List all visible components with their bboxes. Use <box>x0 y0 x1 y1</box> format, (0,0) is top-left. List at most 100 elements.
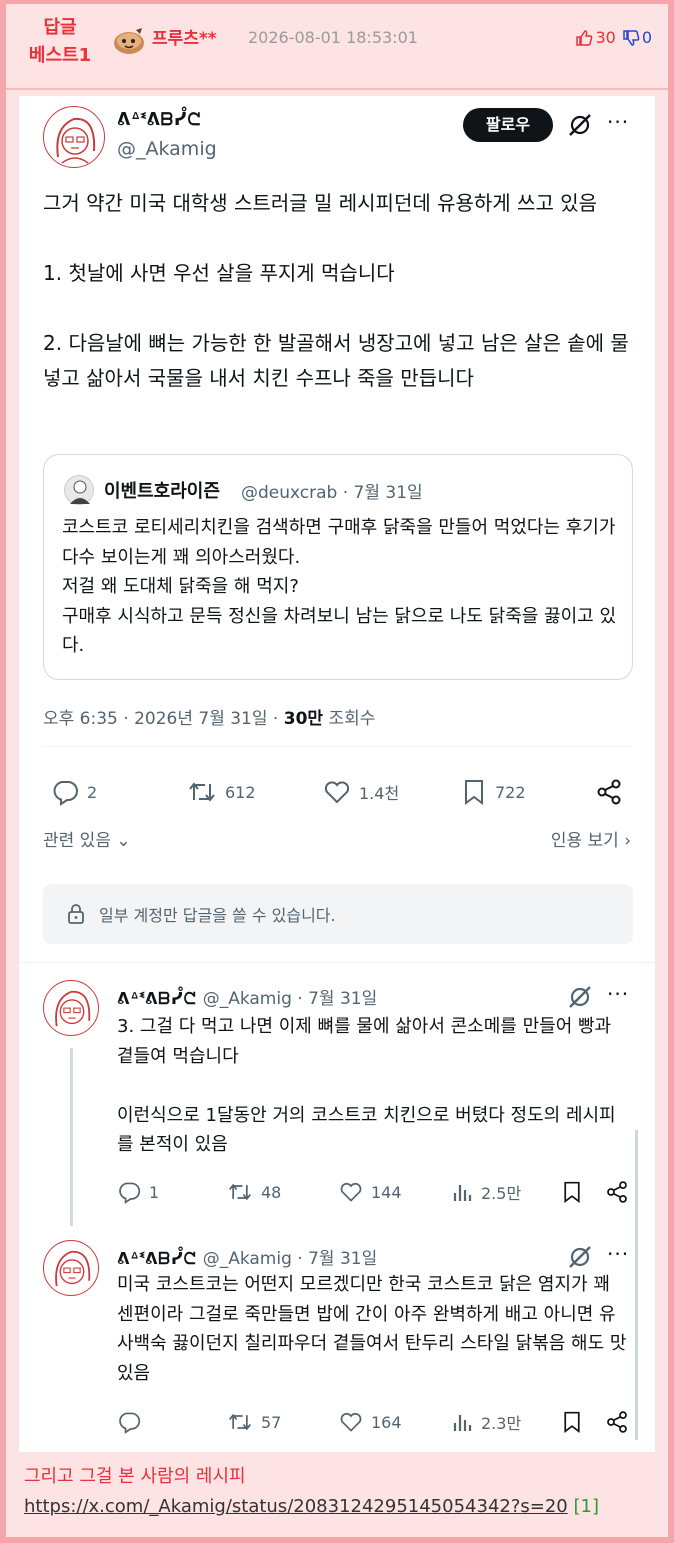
scrollbar[interactable] <box>635 1130 638 1440</box>
lock-icon <box>68 904 84 924</box>
views-chart-icon <box>453 1185 472 1201</box>
reply-button[interactable]: 2 <box>51 778 97 806</box>
like-count: 144 <box>371 1182 402 1202</box>
reply-count: 1 <box>149 1182 160 1202</box>
more-options-icon[interactable]: ··· <box>607 110 629 134</box>
reply-icon <box>53 781 78 806</box>
bookmark-icon <box>564 1181 580 1203</box>
thumbs-up-icon <box>576 29 593 46</box>
views-button[interactable]: 2.3만 <box>451 1410 521 1434</box>
more-options-icon[interactable]: ··· <box>607 1242 629 1266</box>
reply-button[interactable]: 1 <box>117 1180 159 1204</box>
bookmark-count: 722 <box>495 782 526 802</box>
retweet-icon <box>189 782 215 802</box>
tweet-display-name[interactable]: ᕕᐞᓫᕕᗷᓮᘧ <box>117 110 201 130</box>
reply-restriction-notice: 일부 계정만 답글을 쓸 수 있습니다. <box>43 884 633 944</box>
bookmark-icon <box>465 780 483 805</box>
share-button[interactable] <box>605 1410 629 1434</box>
chevron-down-icon: ⌄ <box>110 831 131 851</box>
quoted-meta: @deuxcrab · 7월 31일 <box>241 483 423 503</box>
reply-header: ᕕᐞᓫᕕᗷᓮᘧ @_Akamig · 7월 31일 <box>117 984 377 1009</box>
reply-icon <box>119 1412 141 1434</box>
retweet-count: 48 <box>261 1182 282 1202</box>
reply-actions: 1 48 144 2.5만 <box>19 1176 655 1208</box>
view-quotes-link[interactable]: 인용 보기 › <box>551 826 631 851</box>
quoted-tweet[interactable]: 이벤트호라이즌 @deuxcrab · 7월 31일 코스트코 로티세리치킨을 … <box>43 454 633 680</box>
author-avatar-icon[interactable] <box>112 26 148 56</box>
share-icon <box>597 779 621 805</box>
like-button[interactable]: 1.4천 <box>323 778 399 806</box>
views-count: 30만 <box>283 709 324 729</box>
downvote-count: 0 <box>641 28 652 47</box>
like-count: 164 <box>371 1412 402 1432</box>
tweet-handle[interactable]: @_Akamig <box>117 138 217 160</box>
bookmark-button[interactable]: 722 <box>461 778 526 806</box>
divider <box>43 746 633 747</box>
related-toggle[interactable]: 관련 있음 ⌄ <box>43 826 131 851</box>
views-chart-icon <box>453 1415 472 1431</box>
post-footer: 그리고 그걸 본 사람의 레시피 https://x.com/_Akamig/s… <box>24 1462 664 1522</box>
like-count: 1.4천 <box>359 784 400 803</box>
timestamp-text: 오후 6:35 · 2026년 7월 31일 · <box>43 709 284 729</box>
like-button[interactable]: 164 <box>339 1410 402 1434</box>
share-button[interactable] <box>605 1180 629 1204</box>
reply-meta: @_Akamig · 7월 31일 <box>202 1249 378 1269</box>
share-button[interactable] <box>595 778 623 806</box>
reply-icon <box>119 1182 141 1204</box>
reply-text: 미국 코스트코는 어떤지 모르겠디만 한국 코스트코 닭은 염지가 꽤 센편이라… <box>117 1274 627 1384</box>
related-label: 관련 있음 <box>43 831 111 851</box>
author-name[interactable]: 프루츠** <box>152 24 217 49</box>
views-label: 조회수 <box>323 709 376 729</box>
best-reply-badge: 답글 베스트1 <box>14 14 106 70</box>
retweet-count: 57 <box>261 1412 282 1432</box>
quoted-avatar-icon <box>64 475 94 505</box>
follow-button[interactable]: 팔로우 <box>463 108 553 142</box>
header-divider <box>6 88 668 90</box>
divider <box>19 962 655 963</box>
vote-counts: 30 0 <box>575 28 652 47</box>
grok-icon[interactable] <box>567 984 593 1010</box>
reply-actions: 57 164 2.3만 <box>19 1406 655 1438</box>
tweet-actions: 2 612 1.4천 722 <box>19 772 655 812</box>
reply-display-name[interactable]: ᕕᐞᓫᕕᗷᓮᘧ <box>117 1249 197 1269</box>
upvote-count: 30 <box>595 28 616 47</box>
upvote-button[interactable]: 30 <box>575 28 616 47</box>
badge-line1: 답글 <box>43 17 77 38</box>
heart-icon <box>324 781 350 804</box>
reply-header: ᕕᐞᓫᕕᗷᓮᘧ @_Akamig · 7월 31일 <box>117 1244 377 1269</box>
post-datetime: 2026-08-01 18:53:01 <box>248 28 418 47</box>
grok-icon[interactable] <box>567 1244 593 1270</box>
footnote-ref[interactable]: [1] <box>574 1496 600 1517</box>
quoted-text: 코스트코 로티세리치킨을 검색하면 구매후 닭죽을 만들어 먹었다는 후기가 다… <box>62 517 617 656</box>
bookmark-button[interactable] <box>561 1410 583 1434</box>
quoted-name: 이벤트호라이즌 <box>104 481 220 502</box>
downvote-button[interactable]: 0 <box>622 28 652 47</box>
reply-display-name[interactable]: ᕕᐞᓫᕕᗷᓮᘧ <box>117 989 197 1009</box>
more-options-icon[interactable]: ··· <box>607 982 629 1006</box>
like-button[interactable]: 144 <box>339 1180 402 1204</box>
retweet-count: 612 <box>225 782 256 802</box>
reply-text: 3. 그걸 다 먹고 나면 이제 뼈를 물에 삶아서 콘소메를 만들어 빵과 곁… <box>117 1016 616 1155</box>
reply-button[interactable] <box>117 1410 149 1434</box>
heart-icon <box>340 1182 362 1202</box>
retweet-button[interactable]: 612 <box>187 778 256 806</box>
views-button[interactable]: 2.5만 <box>451 1180 521 1204</box>
restriction-text: 일부 계정만 답글을 쓸 수 있습니다. <box>99 906 336 925</box>
thumbs-down-icon <box>623 29 640 46</box>
retweet-button[interactable]: 57 <box>227 1410 281 1434</box>
retweet-icon <box>229 1413 251 1431</box>
tweet-avatar-icon[interactable] <box>43 106 105 168</box>
reply-avatar-icon[interactable] <box>43 980 99 1036</box>
share-icon <box>607 1411 627 1433</box>
views-count: 2.5만 <box>481 1184 522 1203</box>
footer-text: 그리고 그걸 본 사람의 레시피 <box>24 1466 246 1487</box>
views-count: 2.3만 <box>481 1414 522 1433</box>
tweet-card: ᕕᐞᓫᕕᗷᓮᘧ @_Akamig 팔로우 ··· 그거 약간 미국 대학생 스트… <box>19 96 655 1452</box>
retweet-button[interactable]: 48 <box>227 1180 281 1204</box>
grok-icon[interactable] <box>567 112 593 138</box>
heart-icon <box>340 1412 362 1432</box>
source-link[interactable]: https://x.com/_Akamig/status/20831242951… <box>24 1496 568 1517</box>
bookmark-button[interactable] <box>561 1180 583 1204</box>
reply-avatar-icon[interactable] <box>43 1240 99 1296</box>
retweet-icon <box>229 1183 251 1201</box>
